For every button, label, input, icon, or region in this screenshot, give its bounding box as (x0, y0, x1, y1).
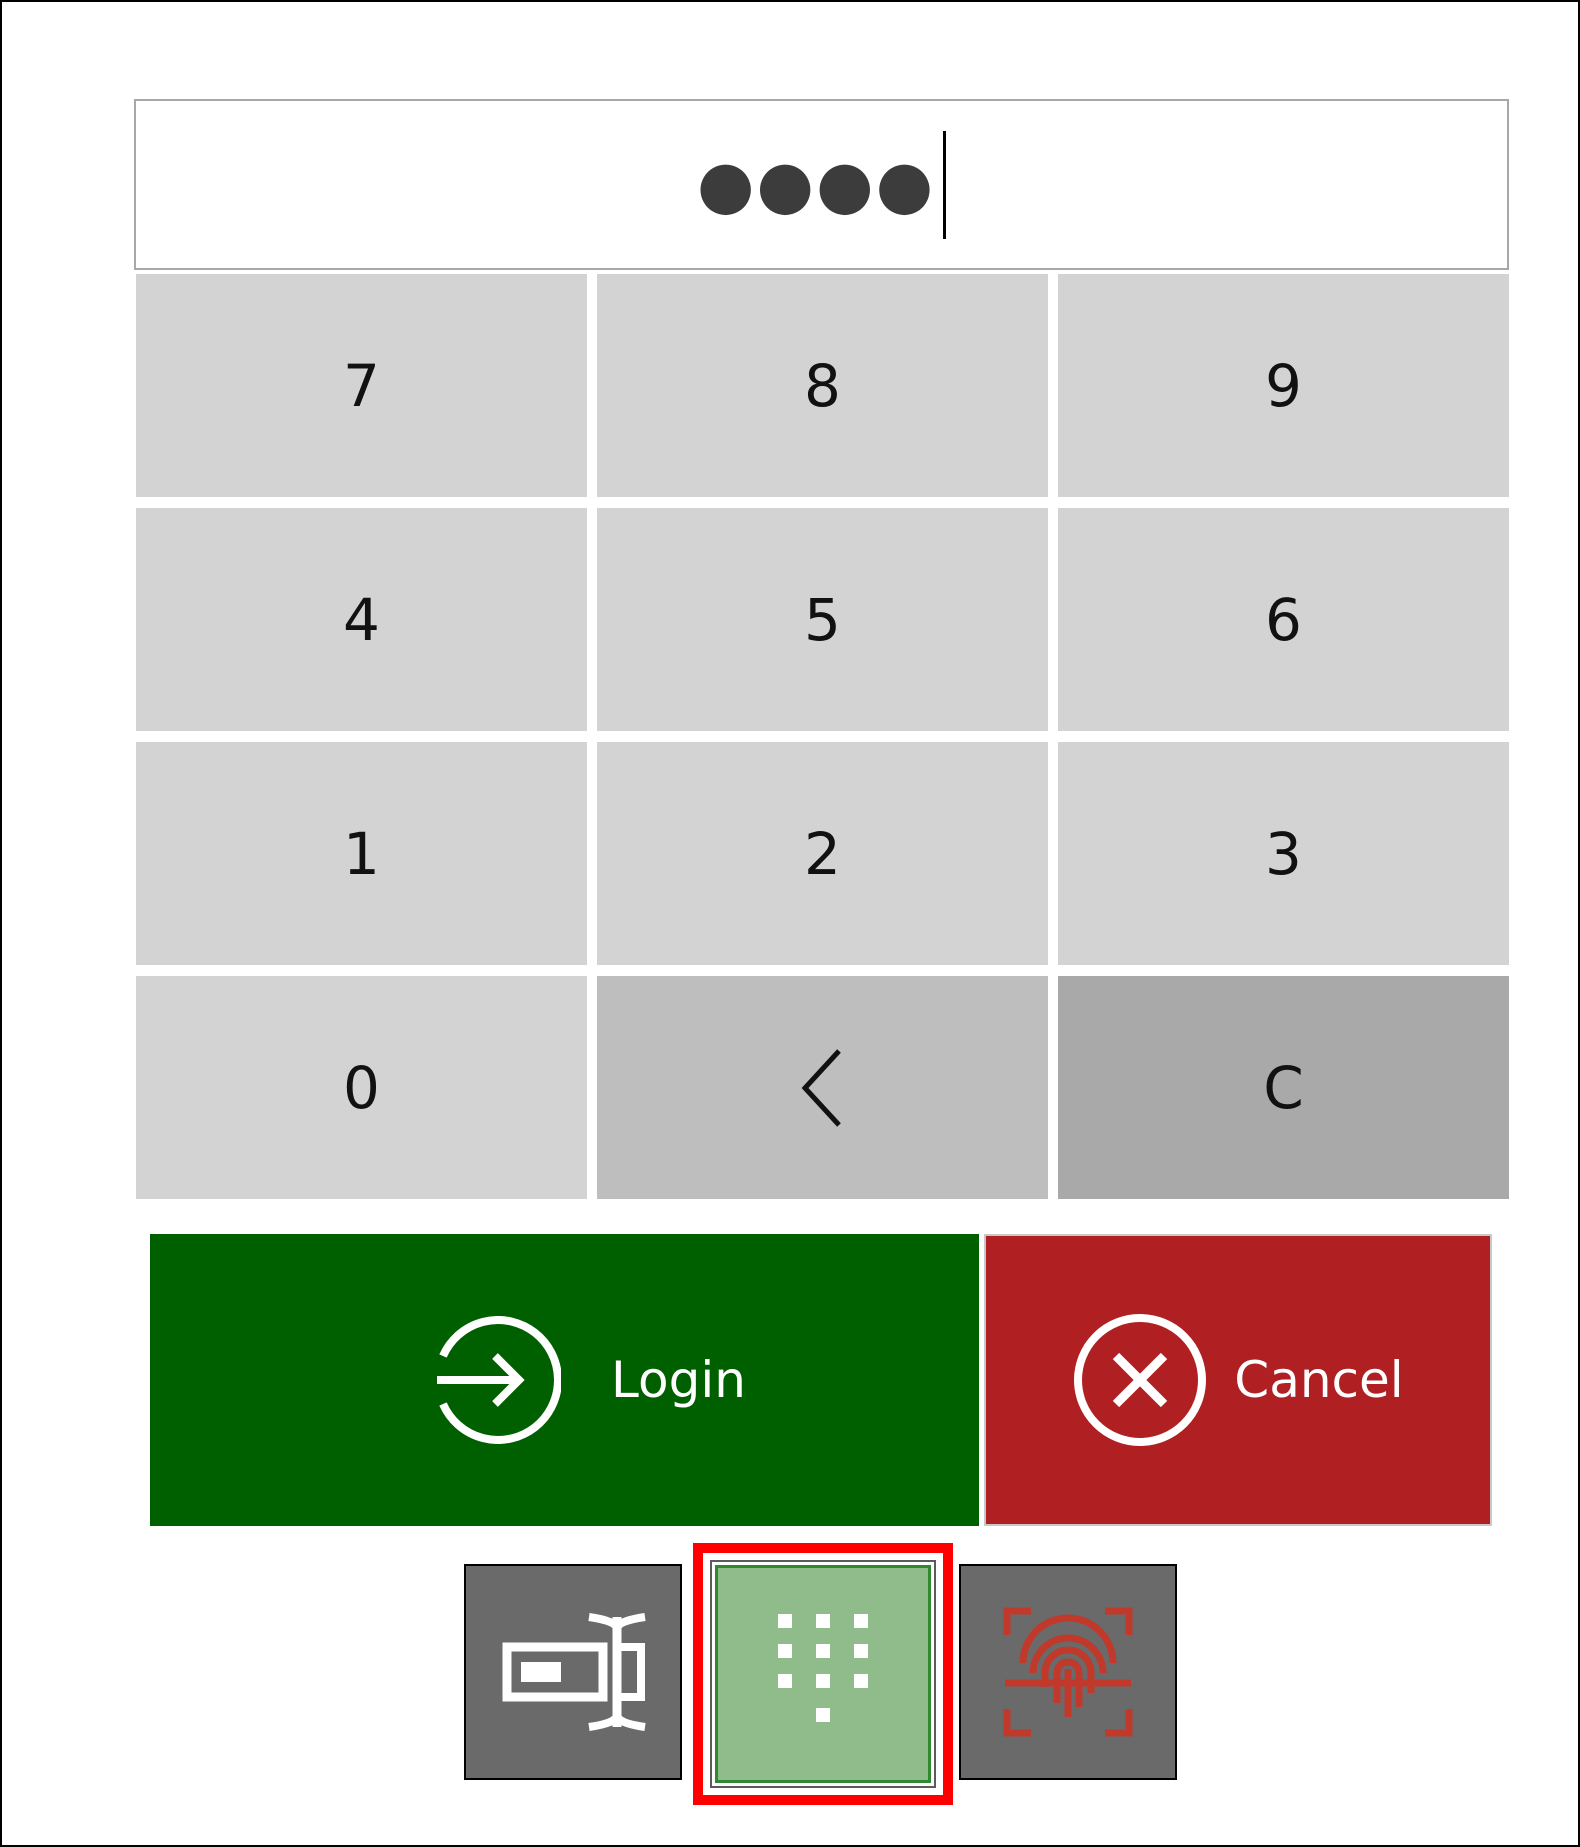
pin-masked-value: ●●●● (696, 146, 936, 223)
cancel-button[interactable]: Cancel (984, 1234, 1492, 1526)
clear-button[interactable]: C (1058, 976, 1509, 1199)
key-1[interactable]: 1 (136, 742, 587, 965)
key-7[interactable]: 7 (136, 274, 587, 497)
keypad-dots-icon (778, 1614, 868, 1722)
text-caret (943, 130, 947, 239)
close-circle-icon (1072, 1312, 1208, 1448)
chevron-left-icon (801, 1048, 841, 1127)
cancel-label: Cancel (1234, 1351, 1404, 1409)
key-6[interactable]: 6 (1058, 508, 1509, 731)
fingerprint-scan-icon (1003, 1607, 1133, 1737)
card-reader-mode-button[interactable] (464, 1564, 682, 1780)
key-4[interactable]: 4 (136, 508, 587, 731)
numeric-keypad: 7 8 9 4 5 6 1 2 3 0 C (136, 274, 1510, 1199)
key-5[interactable]: 5 (597, 508, 1048, 731)
pin-pad-mode-button[interactable] (710, 1560, 936, 1788)
login-label: Login (611, 1351, 746, 1409)
card-swipe-icon (502, 1613, 646, 1731)
key-2[interactable]: 2 (597, 742, 1048, 965)
key-9[interactable]: 9 (1058, 274, 1509, 497)
key-8[interactable]: 8 (597, 274, 1048, 497)
fingerprint-mode-button[interactable] (959, 1564, 1177, 1780)
login-panel: ●●●● 7 8 9 4 5 6 1 2 3 0 C Login Cancel (0, 0, 1580, 1847)
sign-in-icon (433, 1316, 562, 1444)
key-0[interactable]: 0 (136, 976, 587, 1199)
pin-input[interactable]: ●●●● (134, 99, 1509, 270)
backspace-button[interactable] (597, 976, 1048, 1199)
key-3[interactable]: 3 (1058, 742, 1509, 965)
login-button[interactable]: Login (150, 1234, 979, 1526)
pin-pad-mode-selection (693, 1543, 953, 1805)
